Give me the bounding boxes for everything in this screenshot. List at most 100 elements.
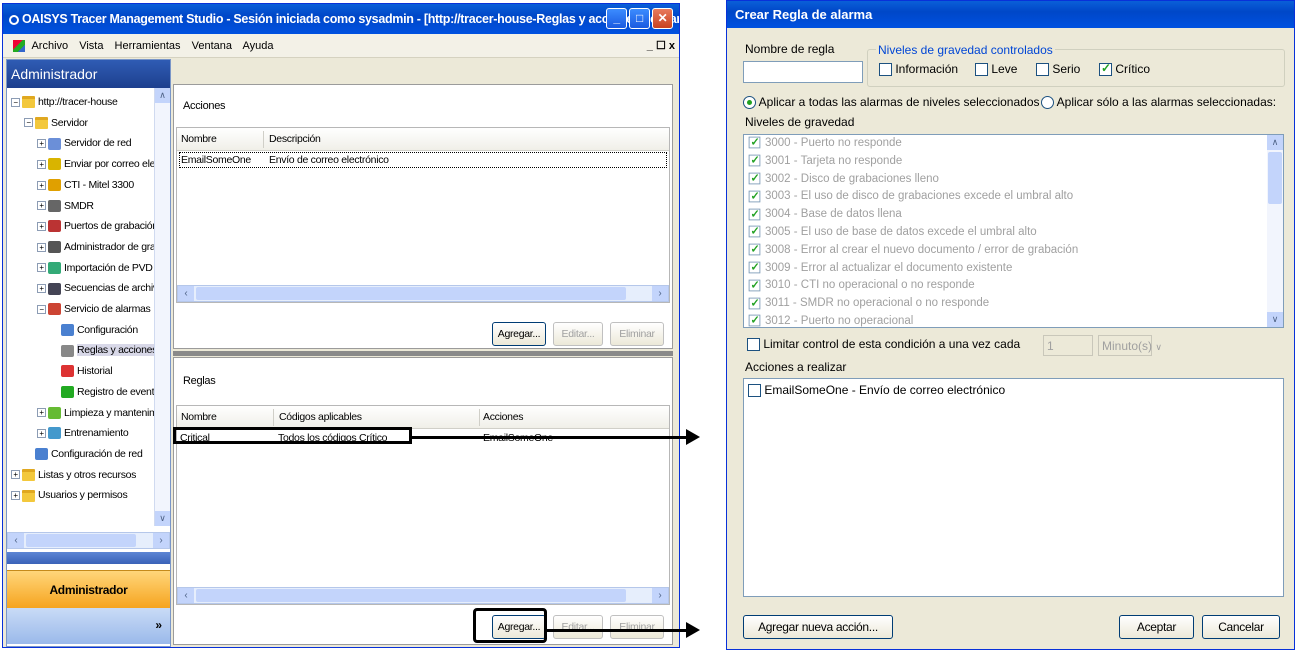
reglas-edit-button[interactable]: Editar... bbox=[553, 615, 603, 639]
column-nombre[interactable]: Nombre bbox=[181, 133, 217, 145]
checkbox-icon[interactable] bbox=[879, 63, 892, 77]
severity-leve[interactable]: Leve bbox=[975, 62, 1017, 77]
checkbox-checked-icon[interactable] bbox=[748, 153, 761, 169]
chevron-down-icon[interactable]: ∨ bbox=[1155, 342, 1162, 352]
expand-icon[interactable]: + bbox=[37, 284, 46, 294]
add-new-action-button[interactable]: Agregar nueva acción... bbox=[743, 615, 893, 639]
maximize-button[interactable]: □ bbox=[629, 8, 650, 29]
pane-splitter[interactable] bbox=[173, 351, 673, 356]
checkbox-checked-icon[interactable] bbox=[748, 135, 761, 151]
checkbox-icon[interactable] bbox=[1036, 63, 1049, 77]
acciones-delete-button[interactable]: Eliminar bbox=[610, 322, 664, 346]
scroll-thumb[interactable] bbox=[196, 287, 626, 300]
rule-name-input[interactable] bbox=[743, 61, 863, 83]
radio-selected-icon[interactable] bbox=[743, 96, 756, 110]
expand-icon[interactable]: + bbox=[37, 263, 46, 273]
scroll-down-icon[interactable]: ∨ bbox=[1267, 312, 1283, 327]
menu-archivo[interactable]: Archivo bbox=[31, 40, 68, 52]
tree-item[interactable]: + CTI - Mitel 3300 bbox=[37, 175, 134, 195]
scroll-up-icon[interactable]: ∧ bbox=[1267, 135, 1283, 150]
expand-icon[interactable]: + bbox=[37, 242, 46, 252]
menu-vista[interactable]: Vista bbox=[79, 40, 103, 52]
expand-icon[interactable]: + bbox=[37, 428, 46, 438]
checkbox-checked-icon[interactable] bbox=[748, 171, 761, 187]
tree-vertical-scrollbar[interactable]: ∧ ∨ bbox=[154, 88, 170, 526]
action-item[interactable]: EmailSomeOne - Envío de correo electróni… bbox=[748, 383, 1005, 398]
expand-icon[interactable]: + bbox=[11, 491, 20, 501]
checkbox-checked-icon[interactable] bbox=[748, 296, 761, 312]
severity-serio[interactable]: Serio bbox=[1036, 62, 1080, 77]
checkbox-checked-icon[interactable] bbox=[1099, 61, 1112, 77]
tree-item[interactable]: + Importación de PVD bbox=[37, 258, 153, 278]
limit-check[interactable]: Limitar control de esta condición a una … bbox=[747, 337, 1020, 352]
minimize-button[interactable]: _ bbox=[606, 8, 627, 29]
checkbox-checked-icon[interactable] bbox=[748, 189, 761, 205]
checkbox-checked-icon[interactable] bbox=[748, 242, 761, 258]
acciones-add-button[interactable]: Agregar... bbox=[492, 322, 546, 346]
expand-icon[interactable]: + bbox=[37, 139, 46, 149]
limit-value-input[interactable]: 1 bbox=[1043, 335, 1093, 356]
expand-icon[interactable]: + bbox=[37, 180, 46, 190]
tree-item[interactable]: + Servidor de red bbox=[37, 133, 132, 153]
column-codigos[interactable]: Códigos aplicables bbox=[279, 411, 362, 423]
tree-item[interactable]: + Usuarios y permisos bbox=[11, 485, 128, 505]
checkbox-checked-icon[interactable] bbox=[748, 224, 761, 240]
tree-item[interactable]: − Servidor bbox=[24, 113, 88, 133]
checkbox-checked-icon[interactable] bbox=[748, 207, 761, 223]
radio-apply-selected[interactable]: Aplicar sólo a las alarmas seleccionadas… bbox=[1041, 95, 1276, 110]
checkbox-icon[interactable] bbox=[975, 63, 988, 77]
scroll-left-icon[interactable]: ‹ bbox=[178, 286, 194, 301]
tree-item[interactable]: Configuración de red bbox=[24, 444, 143, 464]
cancel-button[interactable]: Cancelar bbox=[1202, 615, 1280, 639]
severity-level-item[interactable]: 3011 - SMDR no operacional o no responde bbox=[748, 295, 989, 313]
tree-item[interactable]: Configuración bbox=[50, 320, 138, 340]
tree-item[interactable]: Registro de event bbox=[50, 382, 155, 402]
app-menu-icon[interactable] bbox=[13, 40, 25, 53]
scroll-right-icon[interactable]: › bbox=[153, 533, 169, 548]
scroll-right-icon[interactable]: › bbox=[652, 286, 668, 301]
mdi-window-controls[interactable]: _ ☐ x bbox=[647, 34, 675, 58]
severity-level-item[interactable]: 3000 - Puerto no responde bbox=[748, 135, 902, 153]
collapse-icon[interactable]: − bbox=[37, 304, 46, 314]
menu-ayuda[interactable]: Ayuda bbox=[242, 40, 273, 52]
tree-item[interactable]: + Limpieza y mantenimie bbox=[37, 403, 165, 423]
collapse-icon[interactable]: − bbox=[24, 118, 33, 128]
tree-item[interactable]: − Servicio de alarmas bbox=[37, 299, 151, 319]
tree-item[interactable]: + Listas y otros recursos bbox=[11, 465, 136, 485]
scroll-thumb[interactable] bbox=[26, 534, 136, 547]
severity-level-item[interactable]: 3005 - El uso de base de datos excede el… bbox=[748, 224, 1037, 242]
severity-level-item[interactable]: 3002 - Disco de grabaciones lleno bbox=[748, 171, 939, 189]
scroll-up-icon[interactable]: ∧ bbox=[155, 88, 170, 103]
severity-level-item[interactable]: 3001 - Tarjeta no responde bbox=[748, 153, 902, 171]
severity-informacion[interactable]: Información bbox=[879, 62, 958, 77]
limit-unit-select[interactable]: Minuto(s) ∨ bbox=[1098, 335, 1162, 356]
menu-herramientas[interactable]: Herramientas bbox=[115, 40, 181, 52]
severity-critico[interactable]: Crítico bbox=[1099, 61, 1150, 77]
column-descripcion[interactable]: Descripción bbox=[269, 133, 321, 145]
scroll-down-icon[interactable]: ∨ bbox=[155, 511, 170, 526]
column-acciones[interactable]: Acciones bbox=[483, 411, 524, 423]
reglas-hscroll[interactable]: ‹ › bbox=[177, 587, 669, 604]
scroll-left-icon[interactable]: ‹ bbox=[8, 533, 24, 548]
expand-icon[interactable]: + bbox=[11, 470, 20, 480]
checkbox-checked-icon[interactable] bbox=[748, 260, 761, 276]
expand-icon[interactable]: + bbox=[37, 221, 46, 231]
scroll-thumb[interactable] bbox=[196, 589, 626, 602]
severity-level-item[interactable]: 3008 - Error al crear el nuevo documento… bbox=[748, 242, 1078, 260]
tree-item[interactable]: + Administrador de grab. bbox=[37, 237, 164, 257]
tree-item[interactable]: − http://tracer-house bbox=[11, 92, 118, 112]
menu-ventana[interactable]: Ventana bbox=[192, 40, 232, 52]
scroll-thumb[interactable] bbox=[1268, 152, 1282, 204]
checkbox-checked-icon[interactable] bbox=[748, 313, 761, 327]
severity-level-item[interactable]: 3012 - Puerto no operacional bbox=[748, 313, 913, 327]
panel-splitter[interactable] bbox=[7, 552, 170, 564]
collapse-icon[interactable]: − bbox=[11, 97, 20, 107]
radio-icon[interactable] bbox=[1041, 96, 1054, 110]
expand-icon[interactable]: + bbox=[37, 408, 46, 418]
scroll-left-icon[interactable]: ‹ bbox=[178, 588, 194, 603]
severity-level-item[interactable]: 3003 - El uso de disco de grabaciones ex… bbox=[748, 188, 1073, 206]
tree-item[interactable]: + Puertos de grabación bbox=[37, 216, 158, 236]
column-nombre[interactable]: Nombre bbox=[181, 411, 217, 423]
reglas-delete-button[interactable]: Eliminar bbox=[610, 615, 664, 639]
radio-apply-all[interactable]: Aplicar a todas las alarmas de niveles s… bbox=[743, 95, 1040, 110]
